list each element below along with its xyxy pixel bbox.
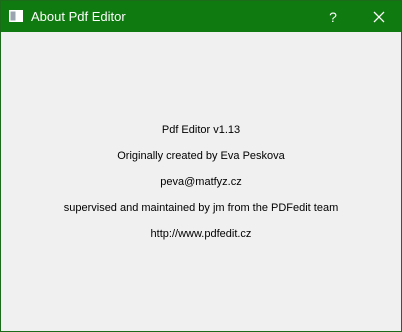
author-label: Originally created by Eva Peskova xyxy=(117,150,285,162)
help-button[interactable]: ? xyxy=(311,1,355,32)
website-label: http://www.pdfedit.cz xyxy=(150,228,252,240)
window-title: About Pdf Editor xyxy=(31,9,126,24)
email-label: peva@matfyz.cz xyxy=(160,176,242,188)
close-icon xyxy=(373,11,385,22)
title-bar[interactable]: About Pdf Editor ? xyxy=(1,1,401,32)
close-button[interactable] xyxy=(357,1,401,32)
app-version-label: Pdf Editor v1.13 xyxy=(161,124,241,136)
maintainer-label: supervised and maintained by jm from the… xyxy=(63,202,339,214)
window-app-icon xyxy=(9,10,23,22)
about-dialog: About Pdf Editor ? Pdf Editor v1.13 Orig… xyxy=(0,0,402,332)
about-content: Pdf Editor v1.13 Originally created by E… xyxy=(1,32,401,331)
